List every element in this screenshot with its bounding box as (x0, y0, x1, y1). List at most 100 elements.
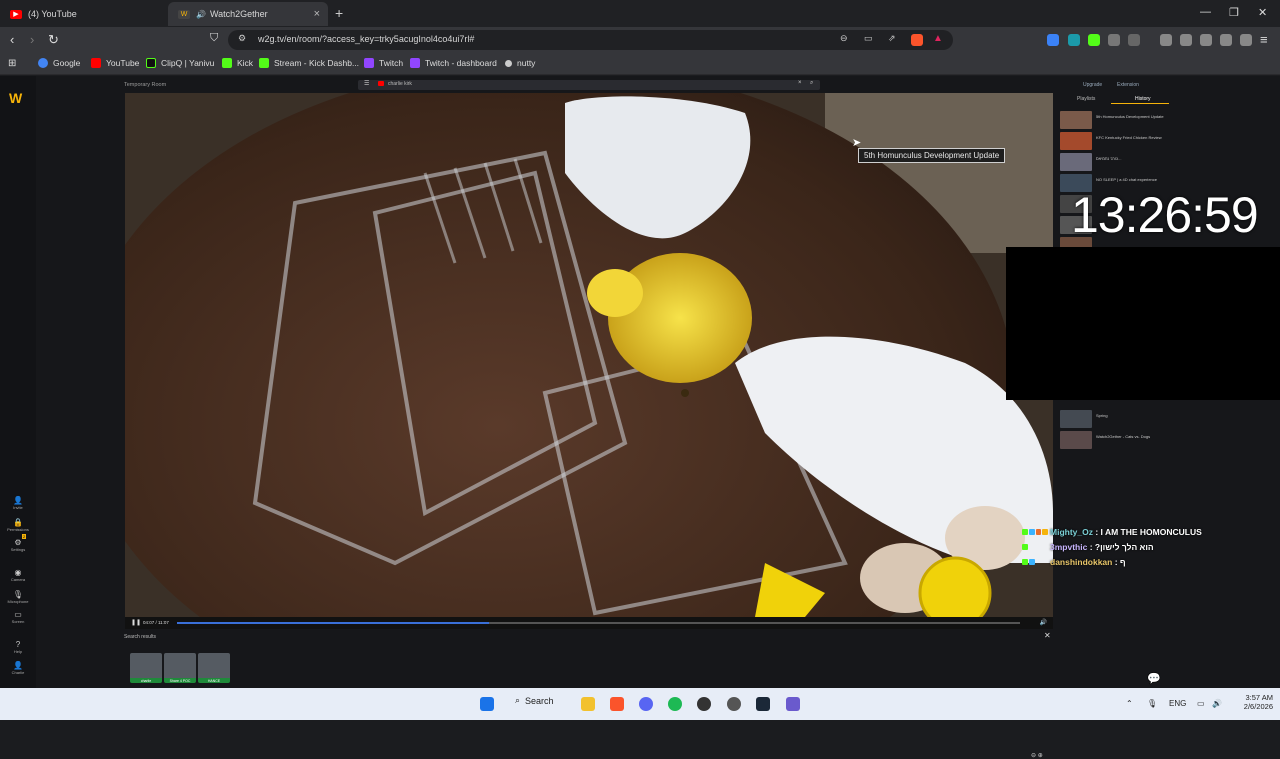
w2g-logo[interactable]: W (9, 90, 22, 106)
extension-icon[interactable] (1068, 34, 1080, 46)
extension-link[interactable]: Extension (1117, 82, 1139, 88)
back-icon[interactable]: ‹ (10, 32, 14, 47)
history-item[interactable]: ג'ורג' נחמיאס... (1060, 153, 1170, 171)
video-player[interactable] (125, 93, 1053, 617)
clear-search-icon[interactable]: × (798, 80, 802, 86)
steam-icon[interactable] (756, 697, 770, 711)
search-result[interactable]: charlie (130, 653, 162, 683)
history-item[interactable]: Spring (1060, 410, 1170, 428)
history-item[interactable]: KFC Kentucky Fried Chicken Review (1060, 132, 1170, 150)
search-icon[interactable]: ⌕ (810, 80, 813, 87)
taskbar-search[interactable]: ⌕ Search (515, 695, 554, 706)
search-result[interactable]: Share 4 POC (164, 653, 196, 683)
sidebar-icon[interactable] (1180, 34, 1192, 46)
bookmark-youtube[interactable]: YouTube (91, 58, 139, 68)
share-icon[interactable]: ⇗ (888, 33, 896, 44)
cast-icon[interactable]: ▭ (864, 33, 873, 44)
list-icon[interactable]: ☰ (364, 80, 369, 87)
close-results-icon[interactable]: ✕ (1044, 631, 1051, 640)
rail-invite[interactable]: 👤 Invite (4, 496, 32, 510)
video-search-bar[interactable]: ☰ charlie kirk × ⌕ (358, 80, 820, 90)
brave-icon[interactable] (610, 697, 624, 711)
apps-grid-icon[interactable]: ⊞ (8, 58, 16, 69)
extension-icon[interactable] (1047, 34, 1059, 46)
reload-icon[interactable]: ↻ (48, 32, 59, 48)
rail-camera[interactable]: ◉ Camera (4, 568, 32, 582)
network-icon[interactable]: ▭ (1197, 699, 1205, 708)
zoom-controls[interactable]: ⊖ ⊕ (1031, 752, 1043, 759)
tab-playlists[interactable]: Playlists (1077, 96, 1095, 102)
rail-permissions[interactable]: 🔒 Permissions (4, 518, 32, 532)
volume-icon[interactable]: 🔊 (1212, 699, 1222, 708)
upgrade-link[interactable]: Upgrade (1083, 82, 1102, 88)
bookmark-kick[interactable]: Kick (222, 58, 253, 68)
app-icon[interactable] (786, 697, 800, 711)
menu-icon[interactable]: ≡ (1260, 32, 1268, 47)
address-bar[interactable]: ⚙ w2g.tv/en/room/?access_key=trky5acugIn… (228, 30, 953, 50)
history-item[interactable]: 5th Homunculus Development Update (1060, 111, 1170, 129)
close-tab-icon[interactable]: × (314, 8, 320, 20)
tab-label: (4) YouTube (28, 9, 77, 19)
minimize-icon[interactable]: — (1200, 6, 1211, 18)
rail-profile[interactable]: 👤 Charlie (4, 661, 32, 675)
rail-microphone[interactable]: 🎙 Microphone (4, 590, 32, 604)
search-result[interactable]: HANCE (198, 653, 230, 683)
windows-start-icon[interactable] (480, 697, 494, 711)
bookmark-twitch[interactable]: Twitch (364, 58, 403, 68)
volume-icon[interactable]: 🔊 (1040, 619, 1047, 626)
history-item-title: KFC Kentucky Fried Chicken Review (1096, 135, 1162, 140)
site-info-icon[interactable]: ⚙ (238, 33, 246, 44)
bookmark-label: Stream - Kick Dashb... (274, 58, 360, 68)
rail-settings[interactable]: ⚙ Settings 2 (4, 534, 32, 552)
bookmark-google[interactable]: Google (38, 58, 80, 68)
discord-icon[interactable] (639, 697, 653, 711)
tab-watch2gether[interactable]: W 🔊 Watch2Gether × (168, 2, 328, 26)
spotify-icon[interactable] (668, 697, 682, 711)
language-indicator[interactable]: ENG (1169, 699, 1186, 708)
progress-bar[interactable] (177, 622, 1020, 624)
forward-icon[interactable]: › (30, 32, 34, 47)
rail-help[interactable]: ? Help (4, 640, 32, 654)
rail-screen[interactable]: ▭ Screen (4, 610, 32, 624)
bookmark-twitch-dashboard[interactable]: Twitch - dashboard (410, 58, 497, 68)
speaker-icon[interactable]: 🔊 (196, 10, 206, 19)
brave-shield-icon[interactable] (911, 34, 923, 46)
obs-icon[interactable] (727, 697, 741, 711)
chat-badges (1022, 528, 1048, 535)
video-controls: ❚❚ 04:07 / 11:07 🔊 (125, 617, 1053, 629)
pause-icon[interactable]: ❚❚ (131, 619, 141, 626)
extension-icon[interactable] (1088, 34, 1100, 46)
extension-icon[interactable] (1128, 34, 1140, 46)
video-title-tooltip: 5th Homunculus Development Update (858, 148, 1006, 163)
history-item[interactable]: Watch2Gether - Cats vs. Dogs (1060, 431, 1170, 449)
brave-rewards-icon[interactable]: ▲ (933, 33, 943, 44)
search-input[interactable]: charlie kirk (388, 81, 412, 87)
restore-icon[interactable]: ❐ (1229, 6, 1239, 19)
bookmark-nutty[interactable]: nutty (505, 58, 535, 68)
taskbar-clock[interactable]: 3:57 AM 2/6/2026 (1233, 693, 1273, 711)
room-title[interactable]: Temporary Room (124, 82, 166, 88)
bookmark-icon[interactable]: ⛉ (210, 32, 218, 45)
leo-icon[interactable] (1220, 34, 1232, 46)
tab-history[interactable]: History (1135, 96, 1151, 102)
screen-icon: ▭ (14, 610, 22, 619)
bookmark-kick-dashboard[interactable]: Stream - Kick Dashb... (259, 58, 359, 68)
wallet-icon[interactable] (1200, 34, 1212, 46)
app-icon[interactable] (697, 697, 711, 711)
vpn-icon[interactable] (1240, 34, 1252, 46)
youtube-icon (91, 58, 101, 68)
zoom-icon[interactable]: ⊖ (840, 33, 848, 44)
bookmark-label: YouTube (106, 58, 140, 68)
chevron-up-icon[interactable]: ⌃ (1126, 699, 1133, 708)
profile-icon: 👤 (13, 661, 23, 670)
bookmark-clipq[interactable]: ClipQ | Yanivu (146, 58, 214, 68)
music-icon[interactable] (1160, 34, 1172, 46)
close-window-icon[interactable]: ✕ (1258, 6, 1267, 19)
puzzle-icon[interactable] (1108, 34, 1120, 46)
chat-toggle-icon[interactable]: 💬 (1147, 672, 1161, 685)
bookmark-label: Twitch - dashboard (425, 58, 497, 68)
new-tab-button[interactable]: + (335, 5, 343, 21)
file-explorer-icon[interactable] (581, 697, 595, 711)
tab-youtube[interactable]: ▶ (4) YouTube (0, 2, 168, 26)
microphone-icon[interactable]: 🎙 (1147, 699, 1157, 708)
